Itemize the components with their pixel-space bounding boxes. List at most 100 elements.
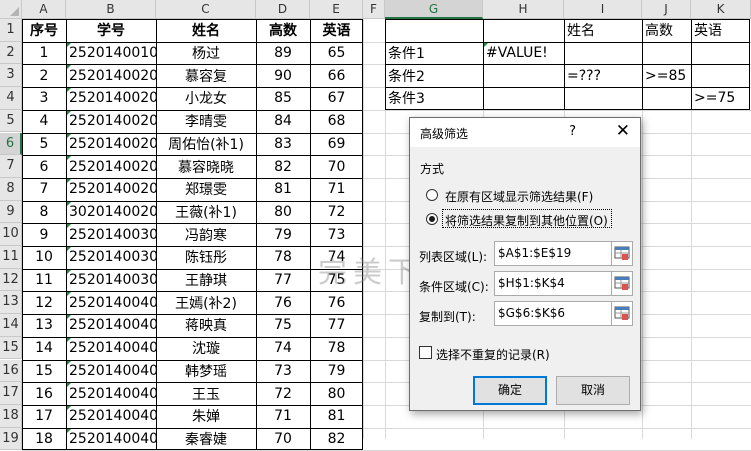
table-cell[interactable]: 77 bbox=[310, 314, 363, 337]
table-cell[interactable]: 1 bbox=[22, 42, 66, 65]
unique-records-label[interactable]: 选择不重复的记录(R) bbox=[436, 346, 550, 363]
row-header-11[interactable]: 11 bbox=[0, 246, 22, 269]
table-header-cell[interactable]: 序号 bbox=[22, 19, 66, 42]
column-header-c[interactable]: C bbox=[156, 0, 256, 19]
column-header-i[interactable]: I bbox=[564, 0, 642, 19]
table-cell[interactable]: 67 bbox=[310, 87, 363, 110]
worksheet-grid[interactable]: 序号学号姓名高数英语1252014001028杨过896522520140020… bbox=[22, 19, 751, 451]
table-cell[interactable]: 郑璟雯 bbox=[156, 178, 256, 201]
row-header-7[interactable]: 7 bbox=[0, 155, 22, 178]
table-cell[interactable]: 15 bbox=[22, 360, 66, 383]
row-header-6[interactable]: 6 bbox=[0, 132, 22, 156]
table-cell[interactable]: 4 bbox=[22, 110, 66, 133]
column-header-a[interactable]: A bbox=[22, 0, 66, 19]
table-header-cell[interactable]: 学号 bbox=[66, 19, 156, 42]
row-header-16[interactable]: 16 bbox=[0, 359, 22, 383]
table-cell[interactable]: 李晴雯 bbox=[156, 110, 256, 133]
table-cell[interactable]: 80 bbox=[310, 382, 363, 405]
dialog-titlebar[interactable]: 高级筛选 ? ✕ bbox=[410, 118, 640, 147]
ok-button[interactable]: 确定 bbox=[473, 376, 547, 405]
column-header-d[interactable]: D bbox=[256, 0, 310, 19]
row-header-4[interactable]: 4 bbox=[0, 87, 22, 110]
table-cell[interactable]: 72 bbox=[310, 201, 363, 224]
table-cell[interactable]: 79 bbox=[310, 360, 363, 383]
table-cell[interactable]: 80 bbox=[256, 201, 310, 224]
table-cell[interactable]: 302014002038 bbox=[66, 200, 156, 224]
criteria-cell[interactable]: #VALUE! bbox=[483, 41, 564, 65]
table-cell[interactable]: 王玉 bbox=[156, 382, 256, 405]
table-cell[interactable]: 74 bbox=[256, 337, 310, 360]
row-header-14[interactable]: 14 bbox=[0, 314, 22, 337]
row-header-13[interactable]: 13 bbox=[0, 291, 22, 315]
criteria-range-input[interactable]: $H$1:$K$4 bbox=[494, 271, 612, 296]
table-cell[interactable]: 小龙女 bbox=[156, 87, 256, 110]
row-header-8[interactable]: 8 bbox=[0, 177, 22, 201]
column-header-f[interactable]: F bbox=[363, 0, 385, 19]
table-cell[interactable]: 韩梦瑶 bbox=[156, 360, 256, 383]
column-header-g[interactable]: G bbox=[385, 0, 483, 19]
table-cell[interactable]: 8 bbox=[22, 201, 66, 224]
table-cell[interactable]: 13 bbox=[22, 314, 66, 337]
table-header-cell[interactable]: 英语 bbox=[310, 19, 363, 42]
table-cell[interactable]: 71 bbox=[256, 405, 310, 428]
table-cell[interactable]: 蒋映真 bbox=[156, 314, 256, 337]
table-cell[interactable]: 84 bbox=[256, 110, 310, 133]
table-cell[interactable]: 78 bbox=[256, 246, 310, 269]
row-header-12[interactable]: 12 bbox=[0, 268, 22, 292]
table-cell[interactable]: 66 bbox=[310, 64, 363, 87]
table-cell[interactable]: 朱婵 bbox=[156, 405, 256, 428]
table-cell[interactable]: 69 bbox=[310, 133, 363, 156]
table-cell[interactable]: 77 bbox=[256, 269, 310, 292]
unique-records-checkbox[interactable] bbox=[419, 346, 432, 359]
criteria-cell[interactable]: 条件2 bbox=[385, 64, 483, 87]
criteria-header-cell[interactable]: 英语 bbox=[691, 19, 751, 42]
row-header-15[interactable]: 15 bbox=[0, 336, 22, 360]
radio-filter-in-place[interactable] bbox=[426, 189, 438, 201]
table-header-cell[interactable]: 姓名 bbox=[156, 19, 256, 42]
table-cell[interactable]: 90 bbox=[256, 64, 310, 87]
table-cell[interactable]: 70 bbox=[310, 155, 363, 178]
table-cell[interactable]: 82 bbox=[256, 155, 310, 178]
table-cell[interactable]: 252014001028 bbox=[66, 41, 156, 65]
table-cell[interactable]: 73 bbox=[256, 360, 310, 383]
table-header-cell[interactable]: 高数 bbox=[256, 19, 310, 42]
table-cell[interactable]: 252014004014 bbox=[66, 336, 156, 360]
table-cell[interactable]: 16 bbox=[22, 382, 66, 405]
criteria-header-cell[interactable]: 高数 bbox=[642, 19, 691, 42]
table-cell[interactable]: 75 bbox=[256, 314, 310, 337]
column-header-h[interactable]: H bbox=[483, 0, 564, 19]
table-cell[interactable]: 252014004011 bbox=[66, 382, 156, 405]
table-cell[interactable]: 王嫣(补2) bbox=[156, 291, 256, 314]
option-copy-to-location-label[interactable]: 将筛选结果复制到其他位置(O) bbox=[445, 212, 608, 229]
close-icon[interactable]: ✕ bbox=[616, 121, 630, 141]
table-cell[interactable]: 89 bbox=[256, 42, 310, 65]
option-filter-in-place-label[interactable]: 在原有区域显示筛选结果(F) bbox=[445, 188, 593, 205]
table-cell[interactable]: 71 bbox=[310, 178, 363, 201]
table-cell[interactable]: 14 bbox=[22, 337, 66, 360]
table-cell[interactable]: 81 bbox=[310, 405, 363, 428]
copy-to-collapse-button[interactable] bbox=[611, 301, 633, 326]
table-cell[interactable]: 陈钰彤 bbox=[156, 246, 256, 269]
table-cell[interactable]: 83 bbox=[256, 133, 310, 156]
table-cell[interactable]: 6 bbox=[22, 155, 66, 178]
radio-copy-to-location[interactable] bbox=[426, 213, 438, 225]
row-header-1[interactable]: 1 bbox=[0, 19, 22, 42]
criteria-cell[interactable]: 条件3 bbox=[385, 87, 483, 110]
row-header-17[interactable]: 17 bbox=[0, 382, 22, 405]
criteria-cell[interactable]: >=85 bbox=[642, 64, 691, 87]
table-cell[interactable]: 72 bbox=[256, 382, 310, 405]
table-cell[interactable]: 252014002015 bbox=[66, 132, 156, 156]
table-cell[interactable]: 冯韵寒 bbox=[156, 223, 256, 246]
table-cell[interactable]: 9 bbox=[22, 223, 66, 246]
table-cell[interactable]: 7 bbox=[22, 178, 66, 201]
table-cell[interactable]: 252014002012 bbox=[66, 109, 156, 133]
table-cell[interactable]: 252014004007 bbox=[66, 404, 156, 428]
table-cell[interactable]: 2 bbox=[22, 64, 66, 87]
column-header-e[interactable]: E bbox=[310, 0, 363, 19]
criteria-cell[interactable]: 条件1 bbox=[385, 42, 483, 65]
column-header-j[interactable]: J bbox=[642, 0, 691, 19]
table-cell[interactable]: 252014004009 bbox=[66, 359, 156, 383]
table-cell[interactable]: 252014004003 bbox=[66, 291, 156, 314]
table-cell[interactable]: 沈璇 bbox=[156, 337, 256, 360]
criteria-cell[interactable]: >=75 bbox=[691, 87, 751, 110]
